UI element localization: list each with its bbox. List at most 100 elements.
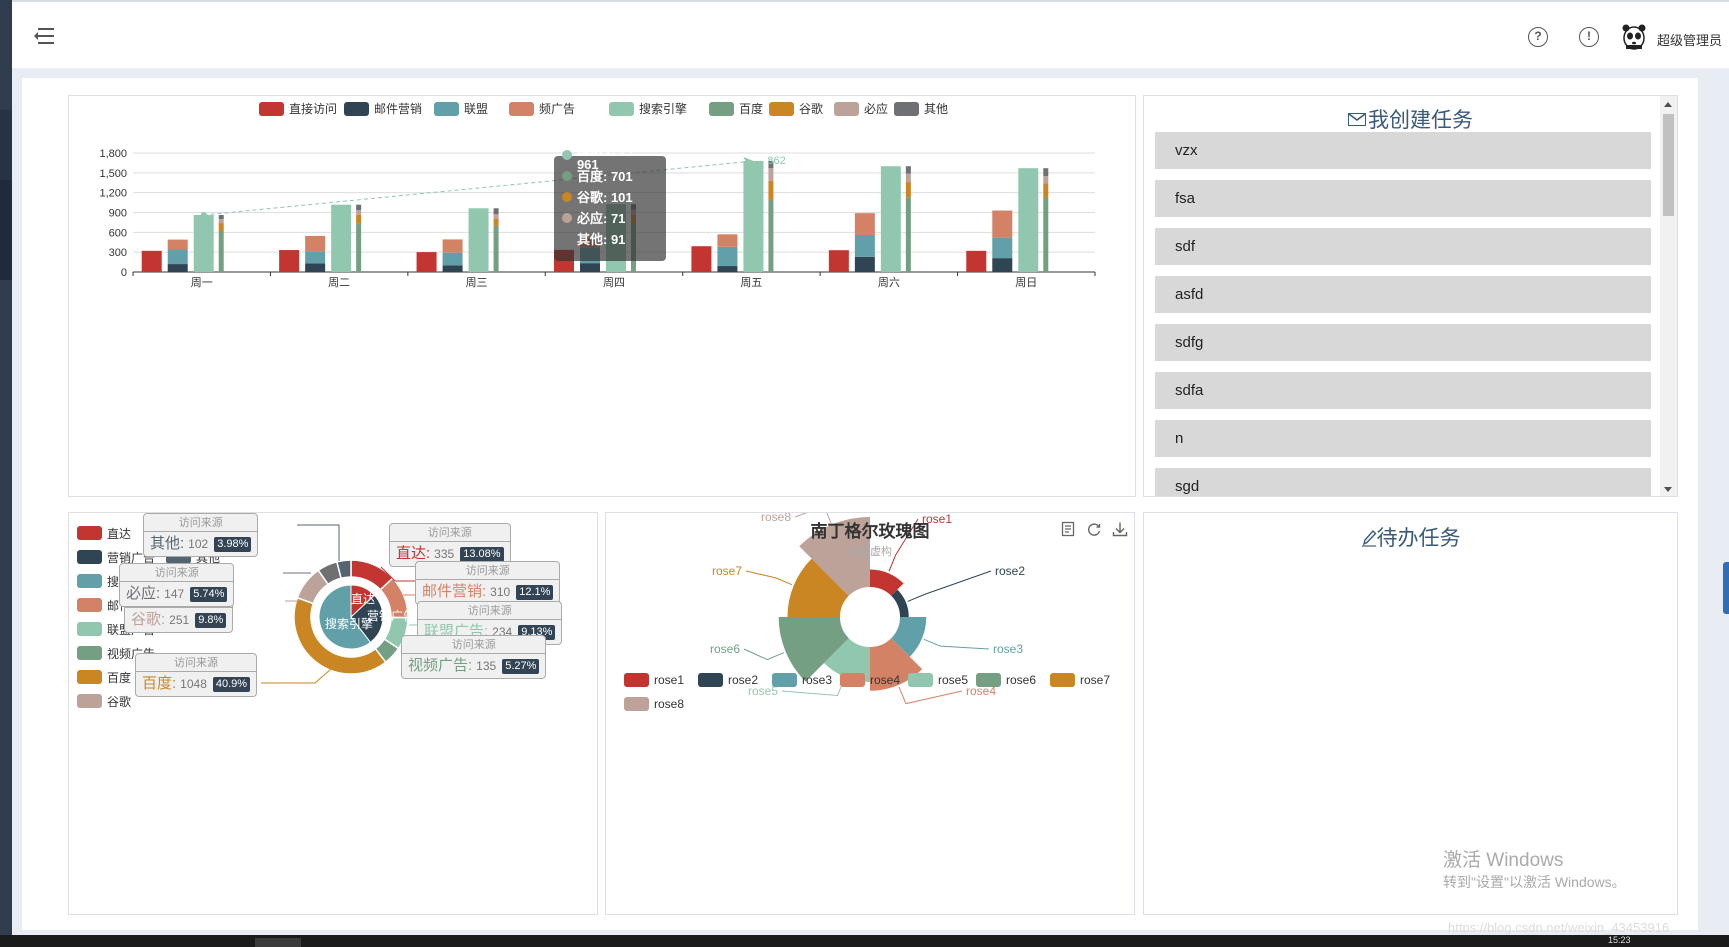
rose-chart-title: 南丁格尔玫瑰图 — [810, 522, 930, 541]
task-list: vzx fsa sdf asfd sdfg sdfa n sgd — [1155, 132, 1651, 496]
legend-item-rose4[interactable]: rose4 — [840, 673, 900, 687]
pie-label-percent: 13.08% — [460, 547, 504, 562]
pie-label-value: 251 — [169, 613, 190, 627]
chart-tooltip: 搜索引擎: 961 百度: 701 谷歌: 101 必应: 71 其他: 91 — [554, 141, 666, 261]
pie-label-percent: 12.1% — [516, 585, 554, 600]
inner-label: 搜索引擎 — [325, 616, 373, 631]
data-view-icon[interactable] — [1060, 521, 1076, 537]
y-tick-label: 1,500 — [99, 168, 127, 180]
task-item[interactable]: fsa — [1155, 180, 1651, 217]
pie-label-box: 访问来源 百度: 1048 40.9% — [135, 653, 258, 697]
task-item[interactable]: sdfa — [1155, 372, 1651, 409]
taskbar-active-app[interactable] — [255, 938, 301, 947]
x-tick-label: 周一 — [191, 276, 213, 289]
question-circle-icon[interactable]: ? — [1528, 27, 1548, 47]
legend-item-rose6[interactable]: rose6 — [976, 673, 1036, 687]
side-drag-handle[interactable] — [1723, 562, 1729, 614]
restore-icon[interactable] — [1086, 521, 1102, 537]
legend-swatch — [840, 673, 865, 687]
rose-chart: rose1rose2rose3rose4rose5rose6rose7rose8 — [710, 513, 1025, 705]
scrollbar[interactable] — [1660, 96, 1677, 496]
legend-swatch — [698, 673, 723, 687]
pie-label-name: 其他: — [150, 535, 185, 552]
bar-频广告 — [717, 234, 738, 247]
pie-label-body: 其他: 102 3.98% — [144, 532, 257, 556]
y-tick-label: 1,800 — [99, 148, 127, 160]
task-item[interactable]: vzx — [1155, 132, 1651, 169]
legend-item-rose1[interactable]: rose1 — [624, 673, 684, 687]
y-tick-label: 300 — [109, 247, 127, 259]
legend-item-rose3[interactable]: rose3 — [772, 673, 832, 687]
legend-item-rose2[interactable]: rose2 — [698, 673, 758, 687]
bar-百度 — [905, 197, 911, 272]
bar-联盟 — [305, 251, 326, 264]
tooltip-row: 其他: 91 — [562, 228, 658, 249]
scroll-up-arrow-icon[interactable] — [1664, 102, 1672, 107]
x-tick-label: 周六 — [878, 276, 900, 289]
rose-leader-line — [907, 570, 992, 602]
exclamation-circle-icon[interactable]: ! — [1579, 27, 1599, 47]
pie-label-name: 必应: — [126, 585, 161, 602]
pie-label-percent: 9.8% — [195, 613, 227, 628]
pie-label-value: 147 — [164, 587, 185, 601]
pie-label-body: 百度: 1048 40.9% — [136, 672, 256, 696]
x-tick-label: 周二 — [328, 276, 350, 289]
bar-谷歌 — [768, 180, 774, 200]
pie-label-value: 102 — [188, 537, 209, 551]
taskbar-clock: 15:23 — [1608, 935, 1631, 945]
scrollbar-thumb[interactable] — [1663, 114, 1674, 216]
legend-item-rose5[interactable]: rose5 — [908, 673, 968, 687]
edit-icon — [1361, 529, 1377, 547]
bar-其他 — [905, 166, 911, 174]
my-tasks-title-text: 我创建任务 — [1368, 109, 1473, 132]
my-tasks-panel: 我创建任务 vzx fsa sdf asfd sdfg sdfa n sgd — [1143, 95, 1678, 497]
menu-fold-icon[interactable] — [34, 28, 54, 44]
bar-邮件营销 — [992, 258, 1013, 272]
legend-swatch — [624, 673, 649, 687]
bar-谷歌 — [218, 223, 224, 232]
pie-label-header: 访问来源 — [416, 562, 560, 580]
task-item[interactable]: n — [1155, 420, 1651, 457]
bar-其他 — [493, 208, 499, 215]
windows-activation-hint: 转到"设置"以激活 Windows。 — [1443, 874, 1626, 890]
markline-start-point — [200, 212, 207, 219]
pie-label-header: 访问来源 — [136, 654, 257, 672]
bar-其他 — [1043, 168, 1049, 177]
my-tasks-title: 我创建任务 — [1144, 104, 1677, 134]
pie-label-name: 邮件营销: — [422, 583, 487, 600]
legend-item-rose8[interactable]: rose8 — [624, 697, 684, 711]
bar-百度 — [768, 199, 774, 272]
legend-label: rose7 — [1080, 673, 1111, 687]
legend-swatch — [1050, 673, 1075, 687]
bar-直接访问 — [691, 246, 712, 272]
task-item[interactable]: sdfg — [1155, 324, 1651, 361]
rose-chart-subtitle: 纯属虚构 — [848, 546, 892, 558]
tooltip-dot — [562, 212, 572, 223]
task-item[interactable]: sdf — [1155, 228, 1651, 265]
sidebar-menu-item[interactable] — [0, 110, 12, 180]
scroll-down-arrow-icon[interactable] — [1664, 487, 1672, 492]
rose-outer-label: rose6 — [710, 642, 740, 656]
todo-panel: 待办任务 — [1143, 512, 1678, 915]
task-item[interactable]: asfd — [1155, 276, 1651, 313]
avatar[interactable] — [1622, 24, 1646, 50]
legend-item-rose7[interactable]: rose7 — [1050, 673, 1110, 687]
pie-label-header: 访问来源 — [120, 564, 234, 582]
bar-谷歌 — [493, 218, 499, 226]
todo-title: 待办任务 — [1144, 522, 1677, 552]
bar-直接访问 — [966, 250, 987, 272]
username[interactable]: 超级管理员 — [1657, 30, 1722, 49]
pie-label-header: 访问来源 — [390, 524, 510, 542]
bar-邮件营销 — [442, 265, 463, 272]
sidebar-menu-item[interactable] — [0, 180, 12, 280]
bar-频广告 — [167, 239, 188, 250]
bar-直接访问 — [141, 250, 162, 272]
save-image-icon[interactable] — [1112, 521, 1128, 537]
bar-直接访问 — [416, 252, 437, 272]
pie-label-percent: 40.9% — [212, 677, 251, 692]
todo-title-text: 待办任务 — [1376, 527, 1461, 550]
pie-label-box: 访问来源 其他: 102 3.98% — [143, 513, 259, 557]
rose-slice-rose2 — [891, 589, 909, 617]
pie-label-box: 访问来源 必应: 147 5.74% — [119, 563, 235, 607]
task-item[interactable]: sgd — [1155, 468, 1651, 496]
